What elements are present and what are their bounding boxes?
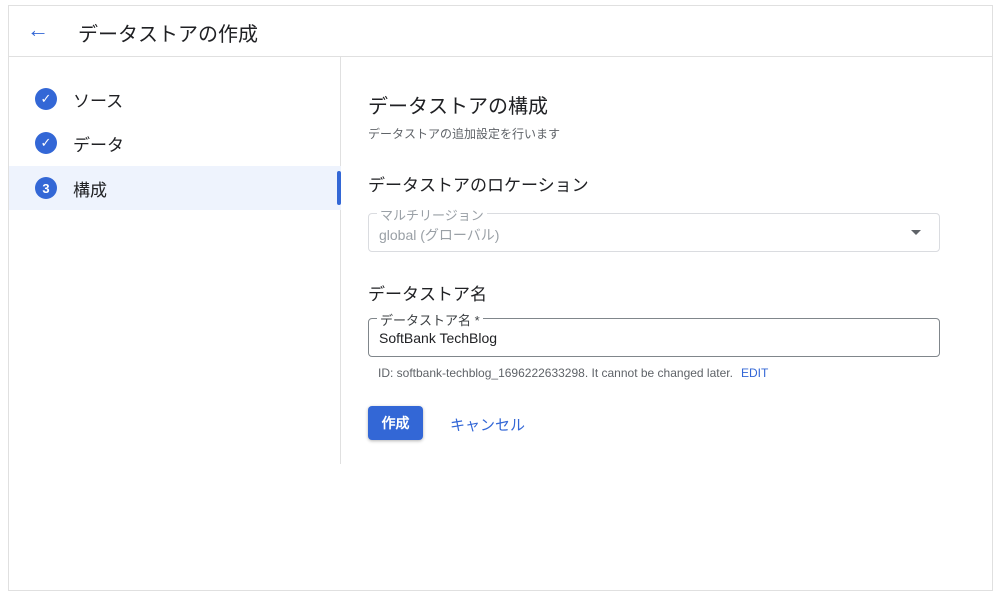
cancel-button[interactable]: キャンセル: [450, 414, 525, 435]
step-label: 構成: [73, 180, 107, 200]
location-heading: データストアのロケーション: [368, 176, 589, 195]
check-circle-icon: ✓: [35, 132, 57, 154]
id-helper-text: ID: softbank-techblog_1696222633298. It …: [378, 366, 733, 380]
step-label: データ: [73, 135, 124, 155]
id-helper: ID: softbank-techblog_1696222633298. It …: [378, 366, 768, 380]
step-label: ソース: [73, 91, 124, 111]
name-heading: データストア名: [368, 285, 487, 304]
check-circle-icon: ✓: [35, 88, 57, 110]
back-arrow-icon[interactable]: ←: [27, 18, 51, 42]
datastore-name-value: SoftBank TechBlog: [379, 330, 498, 346]
step-number-icon: 3: [35, 177, 57, 199]
page-title: データストアの作成: [78, 24, 258, 46]
section-subtitle: データストアの追加設定を行います: [368, 127, 561, 141]
step-config[interactable]: 3 構成: [9, 166, 341, 210]
dropdown-arrow-icon: [911, 230, 921, 235]
location-select-value: global (グローバル): [379, 227, 500, 243]
edit-id-link[interactable]: EDIT: [741, 366, 768, 380]
stepper: ✓ ソース ✓ データ 3 構成: [9, 57, 341, 464]
location-select[interactable]: マルチリージョン global (グローバル): [368, 205, 940, 252]
active-step-indicator: [337, 171, 341, 205]
step-source[interactable]: ✓ ソース: [9, 77, 341, 121]
datastore-name-input[interactable]: データストア名 * SoftBank TechBlog: [368, 310, 940, 357]
location-select-label: マルチリージョン: [377, 205, 487, 224]
page-header: ← データストアの作成: [9, 6, 992, 57]
section-title: データストアの構成: [368, 96, 548, 118]
datastore-name-label: データストア名 *: [377, 310, 483, 329]
create-button[interactable]: 作成: [368, 406, 423, 440]
step-data[interactable]: ✓ データ: [9, 121, 341, 165]
create-datastore-page: ← データストアの作成 ✓ ソース ✓ データ 3 構成 データストアの構成 デ…: [8, 5, 993, 591]
